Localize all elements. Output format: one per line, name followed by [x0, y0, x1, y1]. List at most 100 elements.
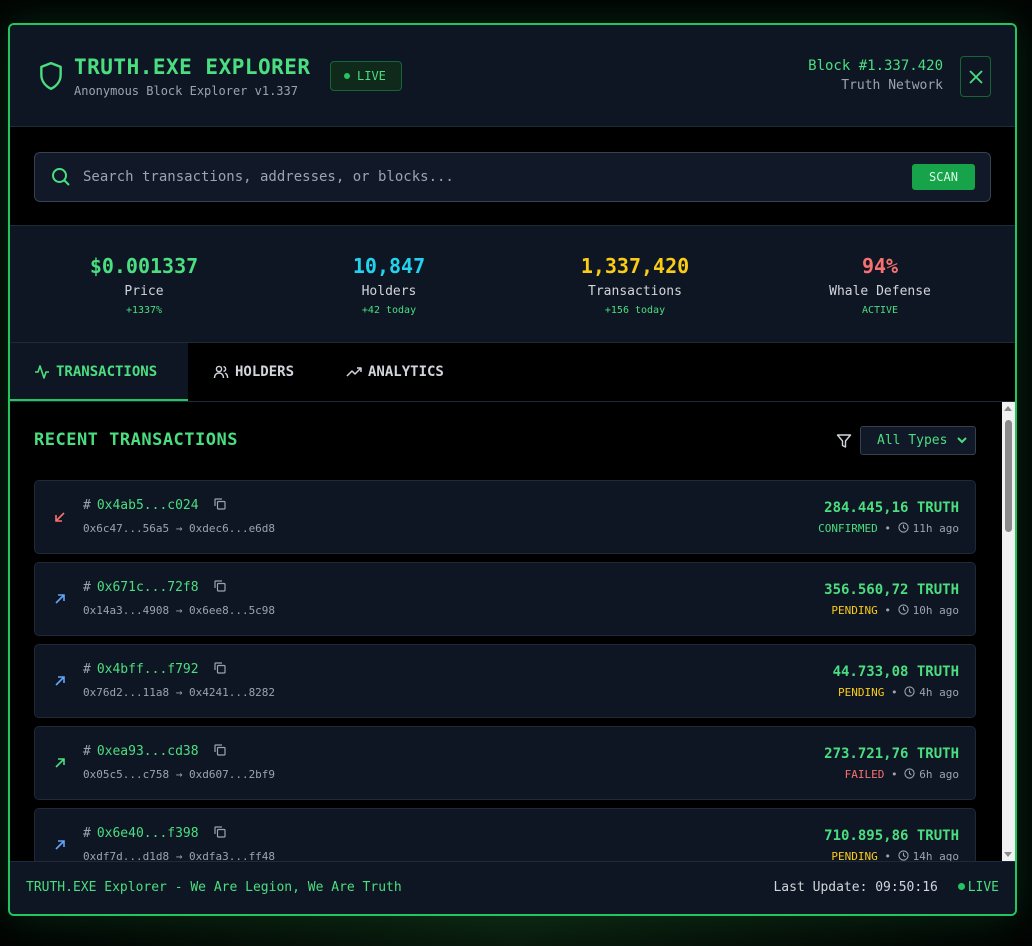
arrow-up-right-icon [55, 676, 65, 686]
scroll-up-arrow-icon[interactable] [1004, 406, 1012, 411]
tx-hash[interactable]: 0xea93...cd38 [97, 744, 199, 759]
stat-label: Price [124, 284, 164, 299]
stat-whale-defense: 94% Whale Defense ACTIVE [770, 254, 990, 316]
hash-icon: # [83, 580, 91, 595]
tx-meta: PENDING • 4h ago [838, 686, 959, 699]
live-dot-icon [957, 883, 965, 890]
tx-status: PENDING [831, 850, 878, 861]
transaction-row[interactable]: #0x4ab5...c024 0x6c47...56a5 → 0xdec6...… [34, 480, 976, 554]
close-icon [968, 70, 983, 84]
live-dot-icon [344, 73, 350, 79]
tx-time: 6h ago [919, 768, 959, 781]
explorer-window: TRUTH.EXE EXPLORER Anonymous Block Explo… [8, 23, 1017, 916]
shield-icon [40, 61, 62, 91]
separator-dot: • [884, 850, 898, 861]
tx-hash-row: #0xea93...cd38 [83, 744, 227, 759]
tx-hash-row: #0x4ab5...c024 [83, 498, 227, 513]
hash-icon: # [83, 498, 91, 513]
tx-meta: PENDING • 14h ago [831, 850, 959, 861]
type-filter-value: All Types [877, 433, 948, 448]
search-box: SCAN [34, 152, 991, 202]
activity-icon [35, 365, 49, 379]
stat-holders: 10,847 Holders +42 today [279, 254, 499, 316]
stat-label: Whale Defense [829, 284, 931, 299]
block-info: Block #1.337.420 Truth Network [808, 58, 943, 93]
tx-hash-row: #0x4bff...f792 [83, 662, 227, 677]
tx-status: PENDING [831, 604, 878, 617]
copy-icon[interactable] [214, 498, 227, 510]
copy-icon[interactable] [214, 662, 227, 674]
tx-time: 14h ago [912, 850, 959, 861]
clock-icon [904, 768, 915, 779]
tx-amount: 284.445,16 TRUTH [824, 500, 959, 516]
tab-analytics[interactable]: ANALYTICS [322, 343, 472, 401]
footer-live-indicator: LIVE [957, 880, 999, 895]
tx-status: FAILED [844, 768, 885, 781]
tx-hash[interactable]: 0x6e40...f398 [97, 826, 199, 841]
tx-amount: 273.721,76 TRUTH [824, 746, 959, 762]
arrow-up-right-icon [55, 840, 65, 850]
search-section: SCAN [10, 127, 1015, 226]
arrow-up-right-icon [55, 594, 65, 604]
tx-route: 0x6c47...56a5 → 0xdec6...e6d8 [83, 522, 276, 535]
clock-icon [898, 850, 909, 861]
copy-icon[interactable] [214, 826, 227, 838]
scan-button[interactable]: SCAN [912, 164, 975, 190]
transaction-row[interactable]: #0xea93...cd38 0x05c5...c758 → 0xd607...… [34, 726, 976, 800]
stat-change: +156 today [604, 305, 666, 316]
tx-status: CONFIRMED [818, 522, 878, 535]
hash-icon: # [83, 662, 91, 677]
hash-icon: # [83, 826, 91, 841]
tx-time: 11h ago [912, 522, 959, 535]
search-icon [52, 168, 70, 186]
arrow-up-right-icon [55, 758, 65, 768]
tx-amount: 44.733,08 TRUTH [832, 664, 959, 680]
tab-holders[interactable]: HOLDERS [189, 343, 319, 401]
scrollbar-thumb[interactable] [1005, 420, 1012, 532]
tx-meta: FAILED • 6h ago [845, 768, 959, 781]
scrollbar[interactable] [1002, 402, 1015, 861]
type-filter-select[interactable]: All Types [860, 426, 976, 455]
footer-tagline: TRUTH.EXE Explorer - We Are Legion, We A… [26, 880, 402, 895]
stat-change: +42 today [361, 305, 417, 316]
copy-icon[interactable] [214, 744, 227, 756]
stats-panel: $0.001337 Price +1337% 10,847 Holders +4… [10, 226, 1015, 343]
tab-transactions[interactable]: TRANSACTIONS [10, 343, 188, 401]
tx-meta: CONFIRMED • 11h ago [818, 522, 959, 535]
tx-time: 4h ago [919, 686, 959, 699]
users-icon [213, 365, 229, 379]
tx-route: 0xdf7d...d1d8 → 0xdfa3...ff48 [83, 850, 276, 861]
app-title: TRUTH.EXE EXPLORER [74, 55, 311, 79]
copy-icon[interactable] [214, 580, 227, 592]
last-update: Last Update: 09:50:16 [773, 880, 938, 895]
separator-dot: • [891, 768, 905, 781]
filter-icon [836, 434, 852, 448]
stat-transactions: 1,337,420 Transactions +156 today [525, 254, 745, 316]
stat-value: 94% [861, 254, 899, 278]
search-input[interactable] [83, 165, 883, 189]
transaction-row[interactable]: #0x671c...72f8 0x14a3...4908 → 0x6ee8...… [34, 562, 976, 636]
tx-route: 0x14a3...4908 → 0x6ee8...5c98 [83, 604, 276, 617]
footer-status: Last Update: 09:50:16 LIVE [773, 880, 999, 895]
tx-hash[interactable]: 0x4bff...f792 [97, 662, 199, 677]
app-subtitle: Anonymous Block Explorer v1.337 [74, 84, 298, 98]
tx-hash[interactable]: 0x671c...72f8 [97, 580, 199, 595]
tab-label: TRANSACTIONS [56, 364, 158, 380]
tx-hash-row: #0x671c...72f8 [83, 580, 227, 595]
close-button[interactable] [960, 56, 991, 97]
separator-dot: • [884, 604, 898, 617]
transaction-row[interactable]: #0x4bff...f792 0x76d2...11a8 → 0x4241...… [34, 644, 976, 718]
tx-hash[interactable]: 0x4ab5...c024 [97, 498, 199, 513]
clock-icon [898, 604, 909, 615]
scroll-down-arrow-icon[interactable] [1004, 852, 1012, 857]
tab-bar: TRANSACTIONS HOLDERS ANALYTICS [10, 343, 1015, 402]
stat-change: ACTIVE [861, 305, 899, 316]
clock-icon [904, 686, 915, 697]
live-badge-label: LIVE [357, 69, 386, 83]
tx-status: PENDING [838, 686, 885, 699]
transaction-row[interactable]: #0x6e40...f398 0xdf7d...d1d8 → 0xdfa3...… [34, 808, 976, 861]
tx-time: 10h ago [912, 604, 959, 617]
transaction-list: #0x4ab5...c024 0x6c47...56a5 → 0xdec6...… [34, 480, 976, 861]
tx-amount: 356.560,72 TRUTH [824, 582, 959, 598]
stat-value: 1,337,420 [580, 254, 690, 278]
